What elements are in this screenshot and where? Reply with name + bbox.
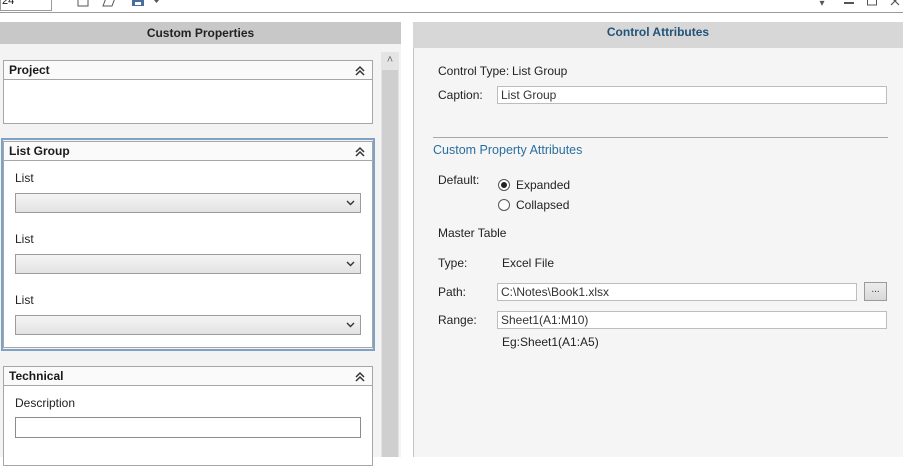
default-label: Default: [438, 173, 480, 187]
minimize-icon[interactable] [843, 0, 855, 7]
list-label: List [15, 293, 34, 307]
caption-input[interactable]: List Group [497, 86, 887, 104]
path-input[interactable]: C:\Notes\Book1.xlsx [497, 283, 857, 301]
control-attributes-title: Control Attributes [413, 22, 903, 48]
control-type-value: List Group [512, 64, 568, 78]
radio-selected-dot [501, 182, 507, 188]
expanded-radio-label[interactable]: Expanded [516, 178, 570, 192]
toolbar-dropdown-icon[interactable] [154, 0, 159, 4]
scroll-up-icon[interactable]: ˄ [381, 52, 399, 68]
open-document-icon[interactable] [102, 0, 116, 7]
type-label: Type: [438, 256, 468, 270]
list-label: List [15, 232, 34, 246]
list-dropdown[interactable] [15, 315, 361, 335]
path-label: Path: [438, 285, 467, 299]
list-label: List [15, 171, 34, 185]
section-divider [433, 137, 888, 138]
technical-group-header[interactable]: Technical [4, 367, 372, 386]
range-label: Range: [438, 313, 477, 327]
collapsed-radio[interactable] [498, 199, 510, 211]
collapse-icon[interactable] [354, 146, 366, 157]
save-icon[interactable] [131, 0, 145, 7]
master-table-label: Master Table [438, 226, 507, 240]
chevron-down-icon [346, 322, 355, 328]
toolbar-divider [0, 12, 903, 13]
range-input[interactable]: Sheet1(A1:M10) [497, 311, 887, 329]
scrollbar-thumb[interactable] [382, 70, 398, 457]
expanded-radio[interactable] [498, 179, 510, 191]
custom-property-attributes-title: Custom Property Attributes [433, 143, 583, 157]
browse-button[interactable]: ... [864, 282, 887, 301]
list-dropdown[interactable] [15, 193, 361, 213]
custom-properties-title: Custom Properties [0, 22, 401, 44]
list-group: List Group List List List [3, 141, 373, 348]
collapse-icon[interactable] [354, 65, 366, 76]
close-icon[interactable] [889, 0, 901, 7]
control-type-label: Control Type: [438, 64, 510, 78]
group-title: List Group [9, 144, 70, 158]
project-group-header[interactable]: Project [4, 61, 372, 80]
new-document-icon[interactable] [76, 0, 90, 7]
caption-label: Caption: [438, 88, 483, 102]
chevron-down-icon [346, 200, 355, 206]
technical-group: Technical Description [3, 366, 373, 466]
description-label: Description [15, 396, 76, 410]
list-group-header[interactable]: List Group [4, 142, 372, 161]
document-field[interactable]: 24 [0, 0, 52, 11]
group-title: Technical [9, 369, 64, 383]
project-group: Project [3, 60, 373, 124]
description-input[interactable] [15, 417, 361, 438]
range-hint: Eg:Sheet1(A1:A5) [502, 335, 599, 349]
chevron-down-icon [346, 261, 355, 267]
collapse-icon[interactable] [354, 371, 366, 382]
group-title: Project [9, 63, 50, 77]
maximize-icon[interactable] [866, 0, 878, 7]
collapsed-radio-label[interactable]: Collapsed [516, 198, 569, 212]
type-value: Excel File [502, 256, 555, 270]
dropdown-icon[interactable]: ▾ [816, 0, 828, 7]
list-dropdown[interactable] [15, 254, 361, 274]
